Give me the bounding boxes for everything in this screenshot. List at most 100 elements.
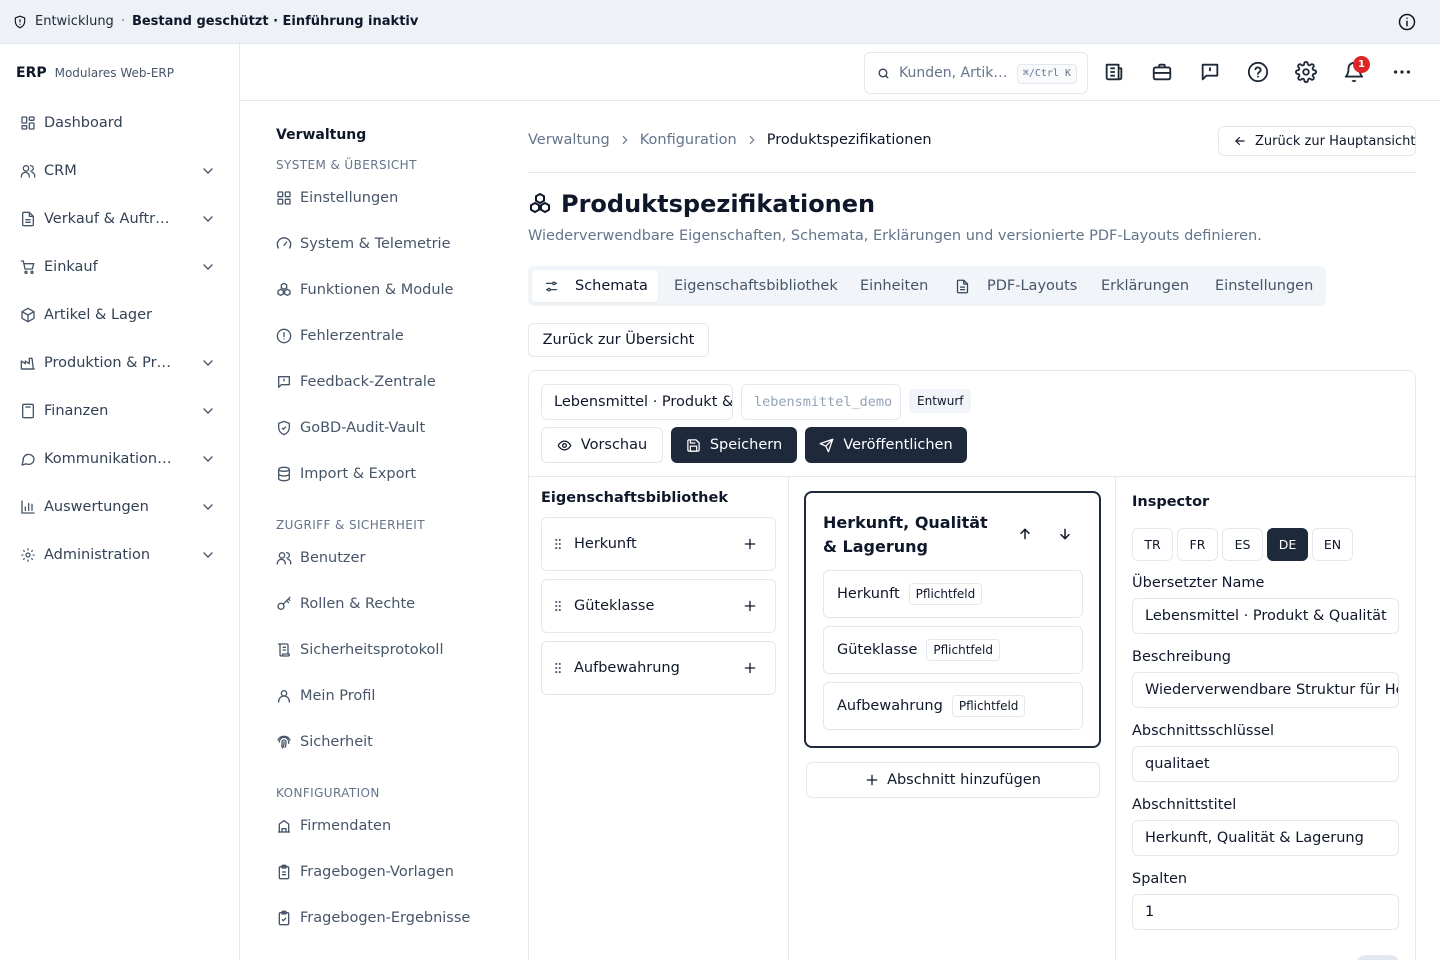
lang-en-button[interactable]: EN: [1312, 528, 1353, 561]
main-nav: Dashboard CRM Verkauf & Auftr… Einkauf A…: [8, 99, 232, 579]
schema-section[interactable]: Herkunft, Qualität & Lagerung Herkunft P…: [804, 491, 1101, 748]
plus-icon[interactable]: [743, 537, 757, 551]
subnav-item-gobd[interactable]: GoBD-Audit-Vault: [276, 420, 425, 436]
plus-icon: [865, 773, 879, 787]
translated-name-field[interactable]: Lebensmittel · Produkt & Qualität: [1132, 598, 1399, 634]
sidebar-item-crm[interactable]: CRM: [8, 147, 232, 195]
plus-icon[interactable]: [743, 661, 757, 675]
section-field[interactable]: Aufbewahrung Pflichtfeld: [823, 682, 1083, 730]
subnav-title: Verwaltung: [276, 127, 367, 143]
tab-settings[interactable]: Einstellungen: [1215, 270, 1313, 302]
library-item[interactable]: Herkunft: [541, 517, 776, 571]
section-key-field[interactable]: qualitaet: [1132, 746, 1399, 782]
subnav-item-feedback[interactable]: Feedback-Zentrale: [276, 374, 436, 390]
sidebar-item-sales[interactable]: Verkauf & Auftr…: [8, 195, 232, 243]
required-badge: Pflichtfeld: [951, 695, 1026, 717]
brand[interactable]: ERP Modulares Web-ERP: [16, 65, 174, 81]
section-title-field[interactable]: Herkunft, Qualität & Lagerung: [1132, 820, 1399, 856]
settings-icon[interactable]: [1294, 60, 1318, 84]
subnav-item-security[interactable]: Sicherheit: [276, 734, 373, 750]
sidebar-item-inventory[interactable]: Artikel & Lager: [8, 291, 232, 339]
library-item[interactable]: Aufbewahrung: [541, 641, 776, 695]
subnav-item-questionnaire-results[interactable]: Fragebogen-Ergebnisse: [276, 910, 470, 926]
arrow-up-icon[interactable]: [1017, 526, 1033, 542]
feedback-icon[interactable]: [1198, 60, 1222, 84]
help-icon[interactable]: [1246, 60, 1270, 84]
section-field[interactable]: Herkunft Pflichtfeld: [823, 570, 1083, 618]
sidebar-item-label: Kommunikation…: [44, 451, 172, 467]
tab-label: Schemata: [575, 278, 648, 294]
search-input[interactable]: Kunden, Artik…: [899, 65, 1007, 81]
subnav-item-errors[interactable]: Fehlerzentrale: [276, 328, 404, 344]
sidebar-item-reports[interactable]: Auswertungen: [8, 483, 232, 531]
toggle-switch[interactable]: [1356, 955, 1400, 960]
top-header: Kunden, Artik… ⌘/Ctrl K: [240, 44, 1440, 101]
description-field[interactable]: Wiederverwendbare Struktur für Herkunft,…: [1132, 672, 1399, 708]
publish-button[interactable]: Veröffentlichen: [805, 427, 967, 463]
tab-pdf-layouts[interactable]: PDF-Layouts: [955, 270, 1077, 302]
columns-field[interactable]: 1: [1132, 894, 1399, 930]
subnav-item-profile[interactable]: Mein Profil: [276, 688, 375, 704]
subnav-item-company[interactable]: Firmendaten: [276, 818, 391, 834]
section-field[interactable]: Güteklasse Pflichtfeld: [823, 626, 1083, 674]
back-to-main-button[interactable]: Zurück zur Hauptansicht: [1218, 126, 1416, 156]
tab-property-library[interactable]: Eigenschaftsbibliothek: [674, 270, 838, 302]
cart-icon: [20, 259, 36, 275]
subnav-item-roles[interactable]: Rollen & Rechte: [276, 596, 415, 612]
subnav-item-users[interactable]: Benutzer: [276, 550, 365, 566]
lang-tr-button[interactable]: TR: [1132, 528, 1173, 561]
calculator-icon: [20, 403, 36, 419]
subnav-group-label: ZUGRIFF & SICHERHEIT: [276, 518, 425, 532]
sidebar-item-administration[interactable]: Administration: [8, 531, 232, 579]
preview-button[interactable]: Vorschau: [541, 427, 663, 463]
subnav-item-questionnaire-templates[interactable]: Fragebogen-Vorlagen: [276, 864, 454, 880]
lang-de-button[interactable]: DE: [1267, 528, 1308, 561]
breadcrumb-item[interactable]: Verwaltung: [528, 132, 610, 148]
sidebar-item-communication[interactable]: Kommunikation…: [8, 435, 232, 483]
drag-handle-icon[interactable]: [551, 537, 565, 551]
subnav-item-import-export[interactable]: Import & Export: [276, 466, 416, 482]
sidebar-item-label: Finanzen: [44, 403, 109, 419]
subnav-item-label: Feedback-Zentrale: [300, 374, 436, 390]
briefcase-icon[interactable]: [1150, 60, 1174, 84]
info-icon[interactable]: [1398, 13, 1416, 31]
sidebar-item-finance[interactable]: Finanzen: [8, 387, 232, 435]
subnav-item-security-log[interactable]: Sicherheitsprotokoll: [276, 642, 444, 658]
drag-handle-icon[interactable]: [551, 661, 565, 675]
lang-fr-button[interactable]: FR: [1177, 528, 1218, 561]
news-icon[interactable]: [1102, 60, 1126, 84]
subnav-item-system[interactable]: System & Telemetrie: [276, 236, 451, 252]
chevron-right-icon: [745, 133, 759, 147]
schema-key-input[interactable]: lebensmittel_demo: [741, 384, 901, 420]
subnav-item-einstellungen[interactable]: Einstellungen: [276, 190, 398, 206]
more-icon[interactable]: [1390, 60, 1414, 84]
publish-label: Veröffentlichen: [843, 437, 953, 453]
user-icon: [276, 688, 292, 704]
plus-icon[interactable]: [743, 599, 757, 613]
brand-tagline: Modulares Web-ERP: [54, 66, 174, 80]
sidebar-item-production[interactable]: Produktion & Pr…: [8, 339, 232, 387]
environment-label: Entwicklung: [35, 14, 114, 29]
save-button[interactable]: Speichern: [671, 427, 797, 463]
library-title: Eigenschaftsbibliothek: [541, 490, 728, 506]
factory-icon: [20, 355, 36, 371]
tab-schemata[interactable]: Schemata: [532, 270, 658, 302]
tab-declarations[interactable]: Erklärungen: [1101, 270, 1189, 302]
arrow-down-icon[interactable]: [1057, 526, 1073, 542]
schema-name-input[interactable]: Lebensmittel · Produkt & Qualität: [541, 384, 733, 420]
subnav-item-functions[interactable]: Funktionen & Module: [276, 282, 453, 298]
add-section-button[interactable]: Abschnitt hinzufügen: [806, 762, 1100, 798]
save-icon: [686, 438, 701, 453]
preview-label: Vorschau: [580, 437, 648, 453]
tab-units[interactable]: Einheiten: [860, 270, 928, 302]
library-item[interactable]: Güteklasse: [541, 579, 776, 633]
sidebar-item-dashboard[interactable]: Dashboard: [8, 99, 232, 147]
database-icon: [276, 466, 292, 482]
gear-icon: [20, 547, 36, 563]
lang-es-button[interactable]: ES: [1222, 528, 1263, 561]
drag-handle-icon[interactable]: [551, 599, 565, 613]
global-search[interactable]: Kunden, Artik… ⌘/Ctrl K: [864, 52, 1088, 94]
breadcrumb-item[interactable]: Konfiguration: [640, 132, 737, 148]
back-to-overview-button[interactable]: Zurück zur Übersicht: [528, 323, 709, 357]
sidebar-item-purchasing[interactable]: Einkauf: [8, 243, 232, 291]
